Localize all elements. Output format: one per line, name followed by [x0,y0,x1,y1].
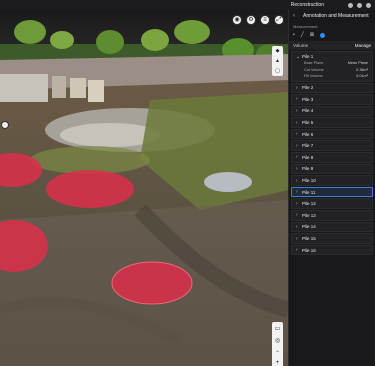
3d-viewport[interactable]: ◉ ⚙ ≡ ⤢ ◆ ▲ ▢ ▭ ◎ − + [0,10,288,366]
pile-name: Pile 7 [302,143,314,149]
measurement-label: Measurement [293,24,318,29]
detail-value: 0.01m³ [356,74,368,78]
back-icon[interactable]: ‹ [293,13,295,19]
volume-header: Volume Manage [289,41,375,50]
pile-name: Pile 10 [302,178,316,184]
panel-header: ‹ Annotation and Measurement [289,10,375,22]
app-title: Reconstruction [290,2,324,8]
camera-icon[interactable]: ◉ [232,15,242,25]
pile-item-selected[interactable]: › Pile 11 [291,186,373,198]
pile-highlight [111,261,193,305]
pile-item-expanded[interactable]: ⌄ Pile 1 Base Plane Mean Plane Cut Volum… [291,51,373,82]
pile-item[interactable]: › Pile 16 [291,244,373,256]
pile-item-header[interactable]: ⌄ Pile 1 [292,52,372,61]
pile-name: Pile 1 [302,54,314,59]
pile-list: ⌄ Pile 1 Base Plane Mean Plane Cut Volum… [289,50,375,257]
pile-name: Pile 2 [302,85,314,91]
navigation-controls: ◆ ▲ ▢ [272,46,283,76]
point-tool-icon[interactable]: • [293,32,295,38]
pile-item[interactable]: › Pile 5 [291,117,373,128]
pile-name: Pile 15 [302,236,316,242]
bell-icon[interactable] [348,2,353,8]
pile-item[interactable]: › Pile 9 [291,163,373,175]
pile-item[interactable]: › Pile 13 [291,210,373,221]
annotation-panel: ‹ Annotation and Measurement Measurement… [288,10,375,366]
compass-icon[interactable]: ◆ [276,48,280,54]
pile-item[interactable]: › Pile 12 [291,198,373,210]
ruler-icon[interactable]: ▭ [275,325,281,332]
pile-detail-row: Fill Volume 0.01m³ [292,74,372,81]
stone-heap [204,172,252,192]
gear-icon[interactable] [357,2,362,8]
north-icon[interactable]: ▲ [275,58,280,64]
volume-label: Volume [293,43,309,48]
pile-highlight [46,170,134,208]
perspective-icon[interactable]: ▢ [275,68,280,74]
user-icon[interactable] [366,2,371,8]
pile-item[interactable]: › Pile 3 [291,94,373,105]
pile-item[interactable]: › Pile 15 [291,233,373,244]
pile-name: Pile 3 [302,96,314,102]
measurement-tools: • ╱ ⊠ [289,30,375,40]
volume-tool-icon[interactable] [319,32,325,38]
view-toolbar: ◉ ⚙ ≡ ⤢ [232,15,284,25]
pile-name: Pile 13 [302,212,316,218]
pile-item[interactable]: › Pile 14 [291,221,373,233]
pile-name: Pile 9 [302,166,314,172]
pile-item[interactable]: › Pile 6 [291,128,373,140]
pile-name: Pile 8 [302,154,314,160]
pile-name: Pile 14 [302,224,316,230]
top-bar: Reconstruction [0,0,375,10]
settings-icon[interactable]: ⚙ [246,15,256,25]
detail-label: Fill Volume [304,74,323,78]
zoom-in-icon[interactable]: + [276,360,280,366]
pile-item[interactable]: › Pile 7 [291,140,373,152]
pile-name: Pile 16 [302,247,316,253]
pile-item[interactable]: › Pile 4 [291,105,373,117]
pile-name: Pile 6 [302,131,314,137]
point-cloud-scene[interactable] [0,10,288,366]
pile-name: Pile 4 [302,108,314,114]
manage-button[interactable]: Manage [355,43,371,48]
area-tool-icon[interactable]: ⊠ [310,32,314,38]
measure-icon[interactable]: ◎ [275,337,280,344]
zoom-controls: ▭ ◎ − + [272,322,283,366]
pile-item[interactable]: › Pile 8 [291,152,373,163]
panel-title: Annotation and Measurement [303,13,369,19]
pile-name: Pile 11 [302,189,316,195]
layers-icon[interactable]: ≡ [260,15,270,25]
zoom-out-icon[interactable]: − [276,349,280,355]
location-marker[interactable] [1,121,9,129]
line-tool-icon[interactable]: ╱ [301,32,304,38]
pile-name: Pile 12 [302,201,316,207]
pile-name: Pile 5 [302,120,314,126]
pile-item[interactable]: › Pile 2 [291,82,373,94]
fullscreen-icon[interactable]: ⤢ [274,15,284,25]
pile-item[interactable]: › Pile 10 [291,175,373,186]
